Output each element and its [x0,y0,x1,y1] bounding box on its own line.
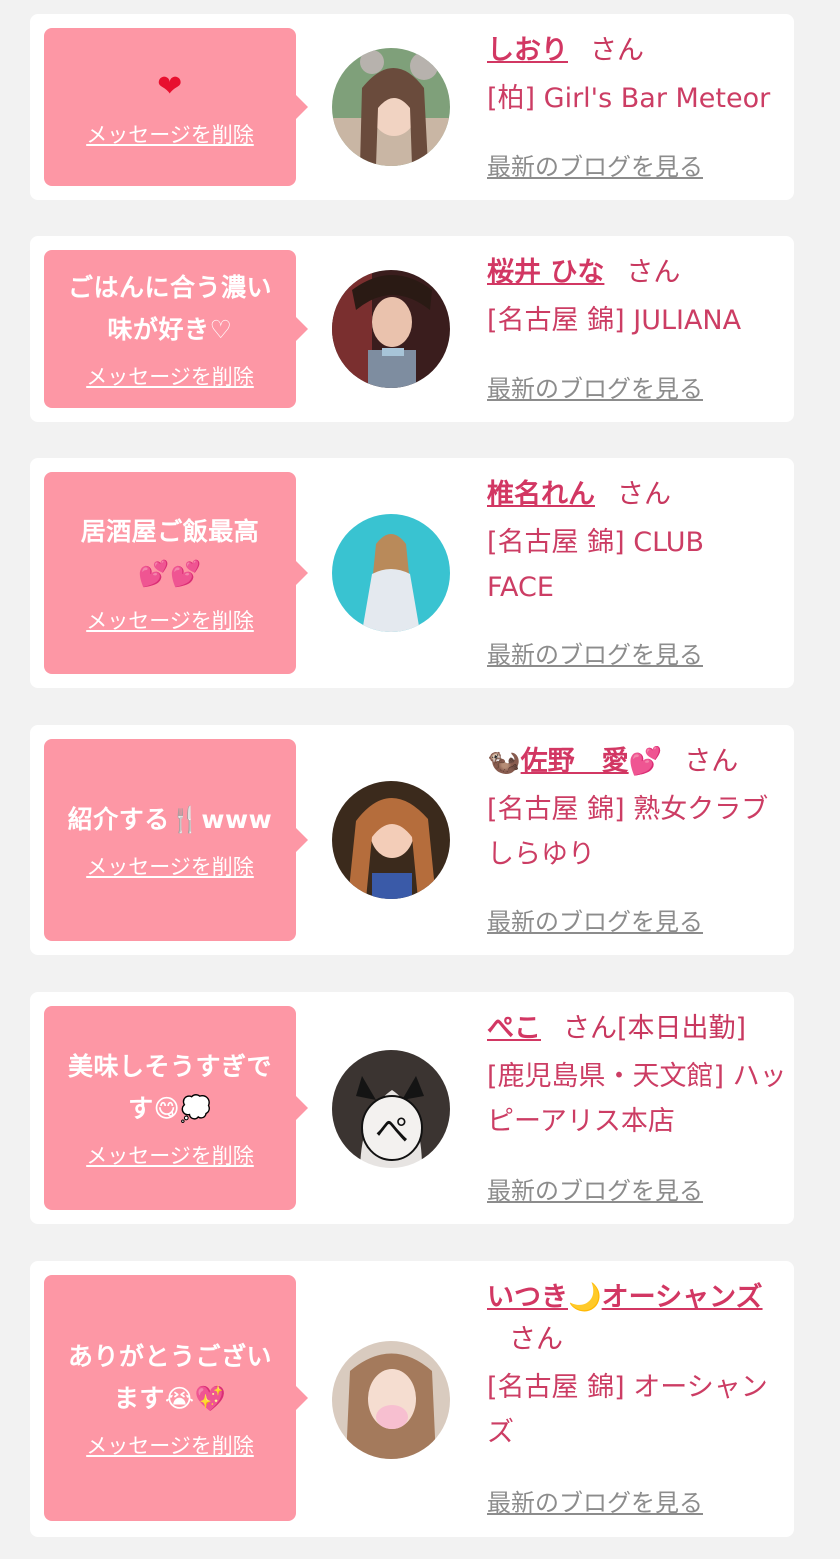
cast-name-link[interactable]: 椎名れん [487,479,595,510]
honorific: さん [590,35,644,66]
delete-message-link[interactable]: メッセージを削除 [86,1140,254,1170]
svg-text:ぺ: ぺ [375,1111,409,1151]
hearts-icon: 💕💕 [138,559,202,588]
fork-knife-icon: 🍴 [169,805,202,834]
latest-blog-link[interactable]: 最新のブログを見る [487,1483,703,1518]
cast-info: 椎名れん さん [名古屋 錦] CLUB FACE [487,474,787,610]
crying-heart-icon: 😭💖 [164,1384,227,1413]
favorites-list: ❤ メッセージを削除 しおり さん [柏] Girl's Bar Meteor 最… [0,0,840,1559]
message-bubble: ❤ メッセージを削除 [44,28,308,186]
honorific: さん [509,1324,563,1355]
cast-info: 桜井 ひな さん [名古屋 錦] JULIANA [487,252,787,343]
shop-label: [名古屋 錦] オーシャンズ [487,1372,768,1448]
honorific: さん [626,257,681,288]
heart-icon: ❤ [157,68,183,104]
avatar-photo [332,514,450,632]
message-text: ごはんに合う濃い味が好き♡ [67,273,272,344]
hearts-icon: 💕 [628,746,663,777]
cast-name-text: 佐野 愛 [520,746,629,777]
avatar[interactable] [332,514,450,632]
avatar[interactable] [332,270,450,388]
message-bubble: ありがとうございます😭💖 メッセージを削除 [44,1275,308,1521]
cast-info: ぺこ さん[本日出勤] [鹿児島県・天文館] ハッピーアリス本店 [487,1008,787,1144]
message-text: ❤ [157,66,183,109]
favorite-card: 紹介する🍴www メッセージを削除 🦦佐野 愛💕 さん [名古屋 錦] 熟女クラブ… [30,725,794,955]
delete-message-link[interactable]: メッセージを削除 [86,1430,254,1460]
shop-label: [名古屋 錦] JULIANA [487,305,742,336]
message-text: 美味しそうすぎです😋💭 [60,1046,280,1130]
shop-label: [名古屋 錦] 熟女クラブしらゆり [487,794,769,870]
favorite-card: 居酒屋ご飯最高 💕💕 メッセージを削除 椎名れん さん [名古屋 錦] CLUB F… [30,458,794,688]
delete-message-link[interactable]: メッセージを削除 [86,605,254,635]
latest-blog-link[interactable]: 最新のブログを見る [487,369,703,404]
avatar-photo [332,48,450,166]
message-body: 居酒屋ご飯最高 [80,517,260,546]
cast-name-link[interactable]: ぺこ [487,1013,541,1044]
honorific: さん [684,746,739,777]
cast-name-link[interactable]: いつき🌙オーシャンズ [487,1282,763,1313]
crescent-moon-icon: 🌙 [568,1282,602,1313]
latest-blog-link[interactable]: 最新のブログを見る [487,902,703,937]
avatar[interactable] [332,1341,450,1459]
shop-label: [鹿児島県・天文館] ハッピーアリス本店 [487,1061,787,1137]
latest-blog-link[interactable]: 最新のブログを見る [487,1171,703,1206]
cast-name-rest: オーシャンズ [601,1282,763,1313]
avatar[interactable]: ぺ [332,1050,450,1168]
delete-message-link[interactable]: メッセージを削除 [86,119,254,149]
cast-info: いつき🌙オーシャンズさん [名古屋 錦] オーシャンズ [487,1277,787,1455]
favorite-card: ❤ メッセージを削除 しおり さん [柏] Girl's Bar Meteor 最… [30,14,794,200]
name-line: ぺこ さん[本日出勤] [487,1008,787,1050]
honorific: さん[本日出勤] [563,1013,747,1044]
latest-blog-link[interactable]: 最新のブログを見る [487,147,703,182]
favorite-card: 美味しそうすぎです😋💭 メッセージを削除 ぺ ぺこ さん[本日出勤] [鹿児島県・… [30,992,794,1224]
cast-name-link[interactable]: 🦦佐野 愛💕 [487,746,662,777]
favorite-card: ありがとうございます😭💖 メッセージを削除 いつき🌙オーシャンズさん [名古屋 … [30,1261,794,1537]
name-line: 桜井 ひな さん [487,252,787,294]
name-line: いつき🌙オーシャンズさん [487,1277,777,1361]
message-bubble: 居酒屋ご飯最高 💕💕 メッセージを削除 [44,472,308,674]
cast-info: 🦦佐野 愛💕 さん [名古屋 錦] 熟女クラブしらゆり [487,741,787,877]
avatar-photo [332,1341,450,1459]
cast-name-link[interactable]: しおり [487,35,568,66]
message-text: ありがとうございます😭💖 [60,1336,280,1420]
cast-name-link[interactable]: 桜井 ひな [487,257,604,288]
otter-icon: 🦦 [487,746,521,777]
avatar-photo [332,781,450,899]
message-body: 紹介する [67,805,170,834]
delete-message-link[interactable]: メッセージを削除 [86,851,254,881]
yum-face-thought-icon: 😋💭 [153,1094,212,1123]
shop-label: [名古屋 錦] CLUB FACE [487,527,705,603]
shop-label: [柏] Girl's Bar Meteor [487,83,771,114]
latest-blog-link[interactable]: 最新のブログを見る [487,635,703,670]
message-bubble: 紹介する🍴www メッセージを削除 [44,739,308,941]
delete-message-link[interactable]: メッセージを削除 [86,361,254,391]
avatar-photo: ぺ [332,1050,450,1168]
message-text: 居酒屋ご飯最高 💕💕 [60,511,280,595]
message-text: 紹介する🍴www [68,799,272,841]
avatar[interactable] [332,781,450,899]
avatar[interactable] [332,48,450,166]
message-bubble: ごはんに合う濃い味が好き♡ メッセージを削除 [44,250,308,408]
cast-info: しおり さん [柏] Girl's Bar Meteor [487,30,787,121]
name-line: しおり さん [487,30,787,72]
message-bubble: 美味しそうすぎです😋💭 メッセージを削除 [44,1006,308,1210]
cast-name-text: いつき [487,1282,568,1313]
avatar-photo [332,270,450,388]
favorite-card: ごはんに合う濃い味が好き♡ メッセージを削除 桜井 ひな さん [名古屋 錦] J… [30,236,794,422]
message-suffix: www [201,805,273,834]
name-line: 🦦佐野 愛💕 さん [487,741,787,783]
honorific: さん [617,479,671,510]
name-line: 椎名れん さん [487,474,787,516]
